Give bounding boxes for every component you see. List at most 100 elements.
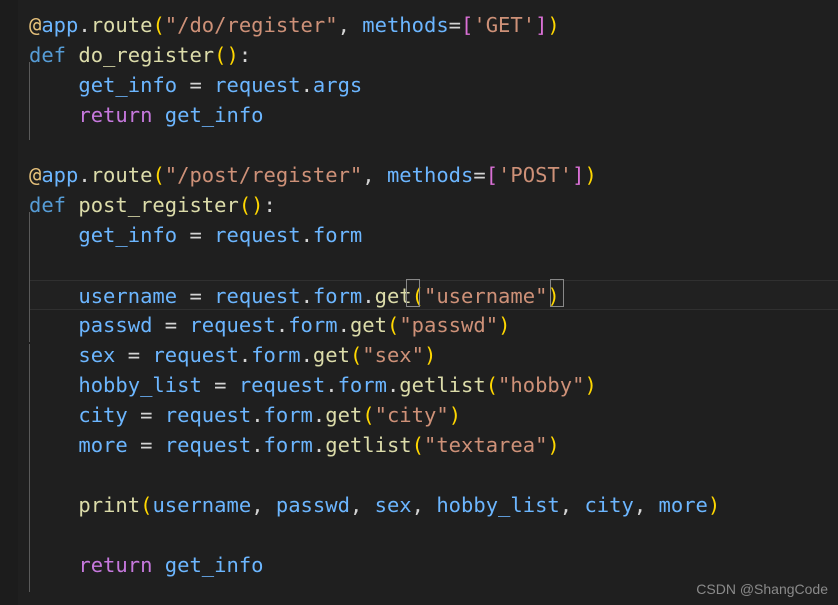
code-token: @	[29, 13, 41, 37]
code-token	[29, 313, 78, 337]
code-line-text: username = request.form.get("username")	[29, 281, 560, 311]
code-token: hobby_list	[436, 493, 559, 517]
indent-guide	[29, 344, 30, 592]
code-token: app	[41, 163, 78, 187]
code-token: getlist	[325, 433, 411, 457]
code-line[interactable]	[0, 520, 838, 550]
code-token: more	[659, 493, 708, 517]
code-token: request	[189, 313, 275, 337]
code-token: return	[78, 103, 152, 127]
code-token: (	[486, 373, 498, 397]
code-token: (	[362, 403, 374, 427]
code-token: )	[547, 433, 559, 457]
code-line[interactable]: return get_info	[0, 100, 838, 130]
code-token: ,	[362, 163, 374, 187]
code-token	[66, 43, 78, 67]
code-token	[202, 73, 214, 97]
code-line[interactable]: get_info = request.args	[0, 70, 838, 100]
code-line[interactable]: hobby_list = request.form.getlist("hobby…	[0, 370, 838, 400]
code-token: get_info	[78, 223, 177, 247]
code-line-text: hobby_list = request.form.getlist("hobby…	[29, 370, 597, 400]
code-token: request	[214, 73, 300, 97]
code-line[interactable]: city = request.form.get("city")	[0, 400, 838, 430]
code-token: .	[325, 373, 337, 397]
code-line[interactable]: return get_info	[0, 550, 838, 580]
code-token: form	[264, 433, 313, 457]
code-token: [	[486, 163, 498, 187]
code-line[interactable]: @app.route("/post/register", methods=['P…	[0, 160, 838, 190]
code-token	[66, 193, 78, 217]
code-token: )	[498, 313, 510, 337]
code-line[interactable]: def post_register():	[0, 190, 838, 220]
code-line-text: city = request.form.get("city")	[29, 400, 461, 430]
code-token	[29, 103, 78, 127]
code-token	[424, 493, 436, 517]
code-token: .	[78, 163, 90, 187]
code-token: ]	[572, 163, 584, 187]
code-token: route	[91, 13, 153, 37]
code-token: form	[288, 313, 337, 337]
code-line[interactable]	[0, 460, 838, 490]
code-token	[128, 433, 140, 457]
code-token	[202, 373, 214, 397]
code-line[interactable]	[0, 130, 838, 160]
code-line[interactable]: more = request.form.getlist("textarea")	[0, 430, 838, 460]
code-token: request	[214, 223, 300, 247]
code-token: args	[313, 73, 362, 97]
code-line-text: get_info = request.args	[29, 70, 362, 100]
code-line[interactable]: @app.route("/do/register", methods=['GET…	[0, 10, 838, 40]
code-token: .	[338, 313, 350, 337]
code-line-text: @app.route("/post/register", methods=['P…	[29, 160, 597, 190]
code-token: get	[325, 403, 362, 427]
code-token: .	[387, 373, 399, 397]
code-token: .	[313, 433, 325, 457]
code-token: sex	[78, 343, 115, 367]
code-token: .	[301, 343, 313, 367]
code-token	[264, 493, 276, 517]
code-token: do_register	[78, 43, 214, 67]
code-editor[interactable]: @app.route("/do/register", methods=['GET…	[0, 0, 838, 605]
code-token: =	[449, 13, 461, 37]
code-token: getlist	[399, 373, 485, 397]
code-line-text: def post_register():	[29, 190, 276, 220]
code-token	[29, 284, 78, 308]
code-line[interactable]: def do_register():	[0, 40, 838, 70]
code-token: form	[313, 223, 362, 247]
code-token: city	[78, 403, 127, 427]
code-token: form	[313, 284, 362, 308]
code-token: passwd	[276, 493, 350, 517]
code-line-text: print(username, passwd, sex, hobby_list,…	[29, 490, 720, 520]
code-token: =	[214, 373, 226, 397]
code-token: (	[412, 284, 424, 308]
code-line[interactable]: sex = request.form.get("sex")	[0, 340, 838, 370]
code-token: get_info	[165, 553, 264, 577]
code-token: :	[239, 43, 251, 67]
code-line[interactable]	[0, 250, 838, 280]
code-line[interactable]: passwd = request.form.get("passwd")	[0, 310, 838, 340]
code-token: 'GET'	[473, 13, 535, 37]
code-token	[29, 553, 78, 577]
code-token: .	[301, 73, 313, 97]
code-token: request	[239, 373, 325, 397]
code-token: 'POST'	[498, 163, 572, 187]
code-token	[350, 13, 362, 37]
code-token	[177, 284, 189, 308]
code-token: (	[152, 163, 164, 187]
code-token: ,	[560, 493, 572, 517]
code-token: )	[584, 373, 596, 397]
code-token: )	[584, 163, 596, 187]
code-line[interactable]: print(username, passwd, sex, hobby_list,…	[0, 490, 838, 520]
code-token: )	[449, 403, 461, 427]
code-content-area[interactable]: @app.route("/do/register", methods=['GET…	[0, 0, 838, 605]
code-token: (	[140, 493, 152, 517]
code-line[interactable]: get_info = request.form	[0, 220, 838, 250]
code-line-current[interactable]: username = request.form.get("username")	[29, 280, 838, 310]
code-token: "passwd"	[399, 313, 498, 337]
code-token: get_info	[78, 73, 177, 97]
code-token: "sex"	[362, 343, 424, 367]
code-token: "username"	[424, 284, 547, 308]
code-token: =	[473, 163, 485, 187]
code-token: request	[165, 403, 251, 427]
code-token: ,	[251, 493, 263, 517]
code-token: (	[412, 433, 424, 457]
